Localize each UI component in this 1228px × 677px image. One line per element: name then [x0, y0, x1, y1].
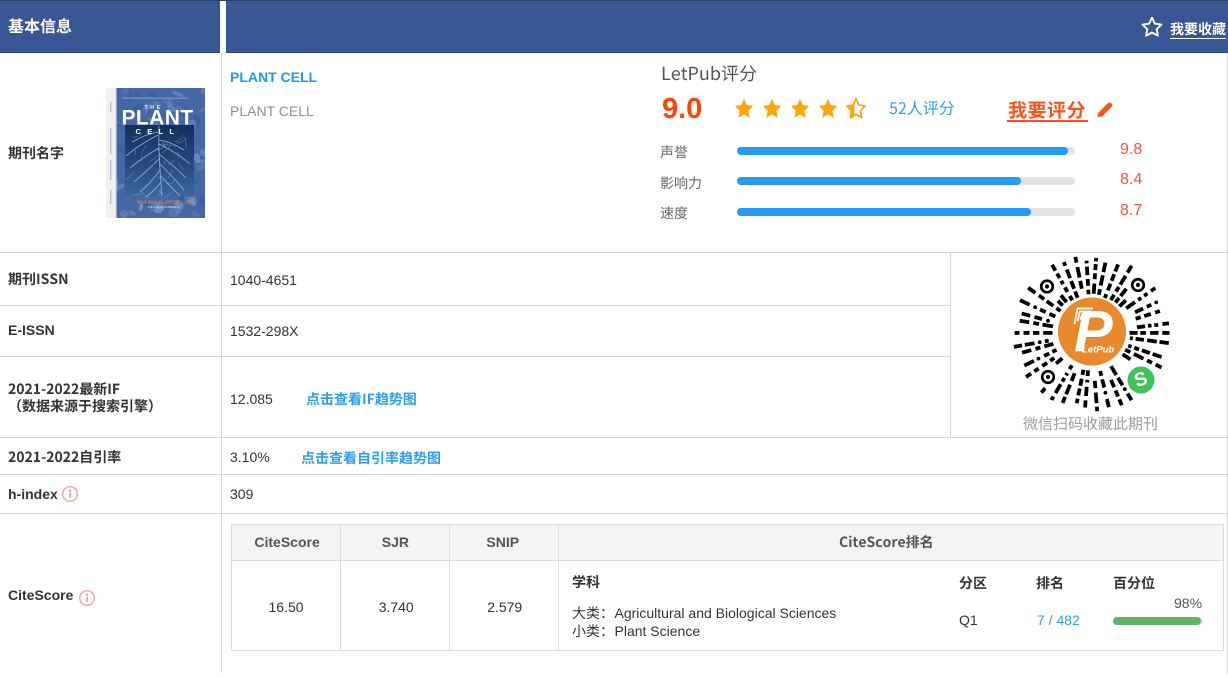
- svg-text:NOV 2021 PLANTCELL.ORG: NOV 2021 PLANTCELL.ORG: [138, 200, 195, 205]
- svg-text:CELL: CELL: [136, 127, 181, 136]
- svg-text:LetPub: LetPub: [1082, 345, 1114, 356]
- svg-text:VOLUME 33 NUMBER 11: VOLUME 33 NUMBER 11: [148, 205, 181, 209]
